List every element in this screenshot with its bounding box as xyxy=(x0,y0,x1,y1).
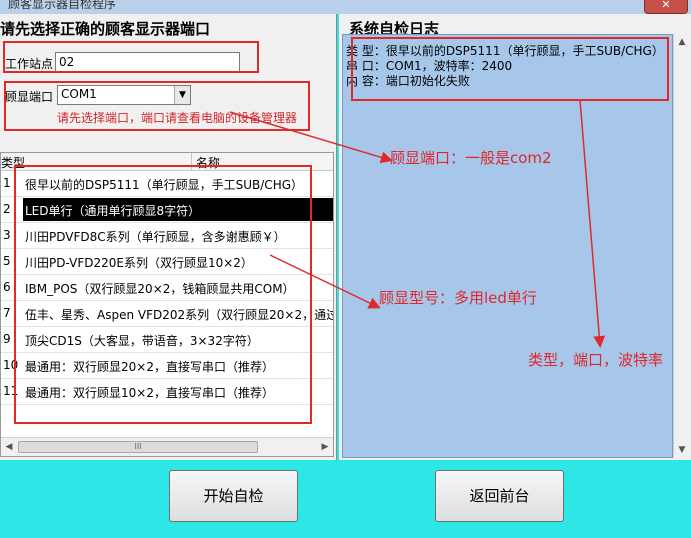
model-list-highlight-box xyxy=(14,165,312,424)
scroll-down-icon[interactable]: ▼ xyxy=(674,442,690,458)
row-number: 1 xyxy=(3,176,11,190)
log-note-text: 类型，端口，波特率 xyxy=(528,351,664,369)
scroll-up-icon[interactable]: ▲ xyxy=(674,34,690,50)
scroll-right-icon[interactable]: ▶ xyxy=(317,439,333,455)
row-number: 7 xyxy=(3,306,11,320)
port-note-text: 顾显端口：一般是com2 xyxy=(390,149,552,167)
scroll-thumb[interactable]: III xyxy=(18,441,258,453)
start-check-button[interactable]: 开始自检 xyxy=(169,470,298,522)
log-highlight-box xyxy=(351,37,669,101)
row-number: 3 xyxy=(3,228,11,242)
left-panel-heading: 请先选择正确的顾客显示器端口 xyxy=(0,20,211,38)
row-number: 9 xyxy=(3,332,11,346)
title-bar: 顾客显示器自检程序 ✕ xyxy=(0,0,691,14)
row-number: 5 xyxy=(3,254,11,268)
scroll-left-icon[interactable]: ◀ xyxy=(1,439,17,455)
back-to-front-button[interactable]: 返回前台 xyxy=(435,470,564,522)
vertical-scrollbar[interactable]: ▲ ▼ xyxy=(673,34,690,458)
model-note-text: 顾显型号：多用led单行 xyxy=(379,289,537,307)
horizontal-scrollbar[interactable]: ◀ III ▶ xyxy=(1,437,333,456)
station-highlight-box xyxy=(3,41,259,73)
close-button[interactable]: ✕ xyxy=(644,0,688,14)
row-number: 6 xyxy=(3,280,11,294)
close-icon: ✕ xyxy=(661,0,671,11)
port-highlight-box xyxy=(4,81,310,131)
row-number: 2 xyxy=(3,202,11,216)
window-title: 顾客显示器自检程序 xyxy=(8,0,117,11)
